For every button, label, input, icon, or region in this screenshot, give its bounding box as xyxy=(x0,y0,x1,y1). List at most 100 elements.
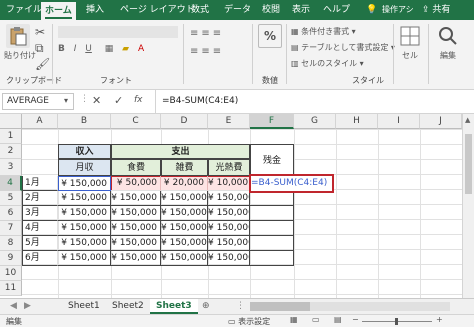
balance-cell[interactable] xyxy=(250,221,294,236)
zoom-out-icon[interactable]: − xyxy=(352,315,359,324)
tab-more-icon[interactable]: ⋮ xyxy=(230,299,251,314)
copy-icon[interactable]: ⧉ xyxy=(35,42,44,54)
income-cell[interactable]: ¥ 150,000 xyxy=(58,251,111,266)
row-header-6[interactable]: 6 xyxy=(0,206,22,221)
column-header-e[interactable]: E xyxy=(208,114,250,129)
normal-view-icon[interactable]: ▦ xyxy=(290,315,298,324)
cancel-button[interactable]: ✕ xyxy=(92,94,101,107)
utility-cell[interactable]: ¥ 10,000 xyxy=(208,176,250,191)
active-cell-f4[interactable]: =B4-SUM(C4:E4) xyxy=(251,176,327,191)
row-header-11[interactable]: 11 xyxy=(0,281,22,296)
utility-cell[interactable]: ¥ 150,000 xyxy=(208,251,250,266)
edit-label[interactable]: 編集 xyxy=(440,50,456,61)
add-sheet-icon[interactable]: ⊕ xyxy=(196,299,216,314)
row-header-5[interactable]: 5 xyxy=(0,191,22,206)
income-cell[interactable]: ¥ 150,000 xyxy=(58,191,111,206)
misc-cell[interactable]: ¥ 150,000 xyxy=(161,236,208,251)
scroll-thumb[interactable] xyxy=(465,134,472,194)
tab-help[interactable]: ヘルプ xyxy=(323,0,350,20)
display-settings-button[interactable]: ▭ 表示設定 xyxy=(228,316,270,327)
font-name-box[interactable] xyxy=(58,26,178,38)
food-cell[interactable]: ¥ 150,000 xyxy=(111,221,161,236)
column-header-c[interactable]: C xyxy=(111,114,161,129)
spreadsheet-grid[interactable]: A B C D E F G H I J ▲ 1 2 3 4 5 6 7 8 9 … xyxy=(0,114,474,298)
format-painter-icon[interactable]: 🖌 xyxy=(35,58,50,70)
row-header-7[interactable]: 7 xyxy=(0,221,22,236)
page-layout-view-icon[interactable]: ▭ xyxy=(312,315,320,324)
balance-cell[interactable] xyxy=(250,251,294,266)
month-cell[interactable]: 5月 xyxy=(22,236,58,251)
tell-me-box[interactable]: 操作アシ xyxy=(382,0,414,20)
month-cell[interactable]: 1月 xyxy=(22,176,58,191)
row-header-4[interactable]: 4 xyxy=(0,176,22,191)
tab-formulas[interactable]: 数式 xyxy=(191,0,209,20)
row-header-10[interactable]: 10 xyxy=(0,266,22,281)
tab-data[interactable]: データ xyxy=(224,0,251,20)
lightbulb-icon[interactable]: 💡 xyxy=(366,0,377,20)
conditional-format-button[interactable]: ▦ 条件付き書式 ▾ xyxy=(291,26,356,37)
underline-icon[interactable]: U xyxy=(85,44,92,54)
month-cell[interactable]: 2月 xyxy=(22,191,58,206)
border-icon[interactable]: ▦ xyxy=(105,44,114,54)
tab-insert[interactable]: 挿入 xyxy=(86,0,104,20)
bold-icon[interactable]: B xyxy=(58,44,65,54)
utility-cell[interactable]: ¥ 150,000 xyxy=(208,206,250,221)
paste-icon[interactable] xyxy=(6,24,30,48)
income-header-cell[interactable]: 収入 xyxy=(58,144,111,159)
sheet-tab-3[interactable]: Sheet3 xyxy=(150,299,198,314)
utility-header-cell[interactable]: 光熱費 xyxy=(208,159,250,176)
align-icons-row-2[interactable]: ≡≡≡ xyxy=(190,46,224,57)
row-header-3[interactable]: 3 xyxy=(0,159,22,176)
h-scroll-thumb[interactable] xyxy=(250,302,310,311)
row-header-9[interactable]: 9 xyxy=(0,251,22,266)
row-header-2[interactable]: 2 xyxy=(0,144,22,159)
income-cell[interactable]: ¥ 150,000 xyxy=(58,221,111,236)
enter-button[interactable]: ✓ xyxy=(114,94,123,107)
italic-icon[interactable]: I xyxy=(74,44,77,54)
income-cell[interactable]: ¥ 150,000 xyxy=(58,236,111,251)
zoom-slider[interactable] xyxy=(362,318,432,325)
column-header-d[interactable]: D xyxy=(161,114,208,129)
misc-cell[interactable]: ¥ 20,000 xyxy=(161,176,208,191)
insert-function-button[interactable]: fx xyxy=(134,95,143,105)
zoom-slider-thumb[interactable] xyxy=(395,318,398,325)
food-cell[interactable]: ¥ 150,000 xyxy=(111,191,161,206)
tab-file[interactable]: ファイル xyxy=(6,0,42,20)
row-header-1[interactable]: 1 xyxy=(0,129,22,144)
share-button[interactable]: ⇪ 共有 xyxy=(422,0,450,20)
paste-label[interactable]: 貼り付け xyxy=(4,50,36,61)
table-format-button[interactable]: ▤ テーブルとして書式設定 ▾ xyxy=(291,42,395,53)
column-header-h[interactable]: H xyxy=(336,114,378,129)
sheet-tab-1[interactable]: Sheet1 xyxy=(62,299,106,314)
misc-cell[interactable]: ¥ 150,000 xyxy=(161,206,208,221)
month-cell[interactable]: 4月 xyxy=(22,221,58,236)
income-sub-cell[interactable]: 月収 xyxy=(58,159,111,176)
balance-cell[interactable] xyxy=(250,206,294,221)
formula-input[interactable]: =B4-SUM(C4:E4) xyxy=(162,96,238,106)
utility-cell[interactable]: ¥ 150,000 xyxy=(208,221,250,236)
zoom-in-icon[interactable]: + xyxy=(436,315,443,324)
balance-cell[interactable] xyxy=(250,236,294,251)
font-color-icon[interactable]: A xyxy=(138,44,144,54)
name-box-dropdown-icon[interactable]: ▾ xyxy=(64,96,68,105)
utility-cell[interactable]: ¥ 150,000 xyxy=(208,191,250,206)
misc-header-cell[interactable]: 雑費 xyxy=(161,159,208,176)
balance-header-cell[interactable]: 残金 xyxy=(250,144,294,176)
food-cell[interactable]: ¥ 150,000 xyxy=(111,251,161,266)
expense-header-cell[interactable]: 支出 xyxy=(111,144,250,159)
horizontal-scrollbar[interactable] xyxy=(250,302,450,311)
cut-icon[interactable]: ✂ xyxy=(35,26,45,38)
column-header-j[interactable]: J xyxy=(420,114,462,129)
sheet-tab-2[interactable]: Sheet2 xyxy=(106,299,150,314)
page-break-view-icon[interactable]: ▤ xyxy=(334,315,342,324)
column-header-g[interactable]: G xyxy=(294,114,336,129)
sheet-nav-next-icon[interactable]: ▶ xyxy=(18,299,37,314)
tab-view[interactable]: 表示 xyxy=(292,0,310,20)
income-cell-ref[interactable]: ¥ 150,000 xyxy=(58,176,111,191)
vertical-scrollbar[interactable]: ▲ xyxy=(462,114,474,298)
cells-label[interactable]: セル xyxy=(402,50,418,61)
month-cell[interactable]: 6月 xyxy=(22,251,58,266)
tab-review[interactable]: 校閲 xyxy=(262,0,280,20)
tab-page-layout[interactable]: ページ レイアウト xyxy=(120,0,195,20)
percent-icon[interactable]: % xyxy=(258,24,282,48)
